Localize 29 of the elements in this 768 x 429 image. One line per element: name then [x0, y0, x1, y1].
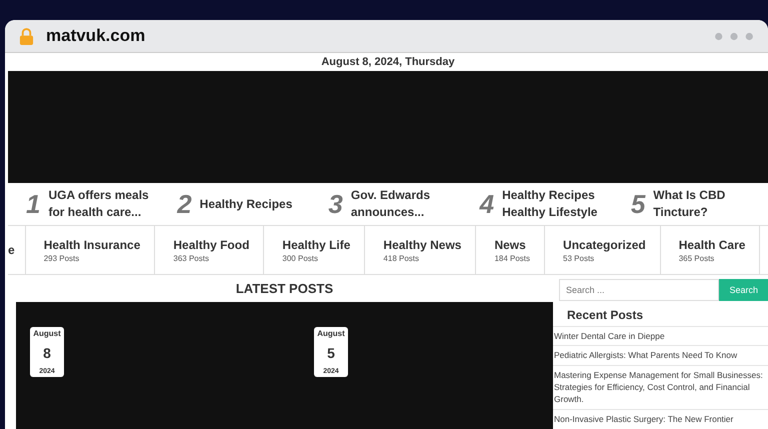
- page-url[interactable]: matvuk.com: [46, 26, 146, 46]
- trending-number: 3: [328, 188, 343, 220]
- date-line: August 8, 2024, Thursday: [320, 55, 456, 70]
- trending-title[interactable]: Gov. Edwards announces...: [350, 187, 466, 221]
- trending-title[interactable]: Healthy Recipes Healthy Lifestyle: [502, 187, 617, 221]
- trending-title[interactable]: Healthy Recipes: [200, 196, 292, 212]
- recent-post-link[interactable]: Pediatric Allergists: What Parents Need To Know: [553, 345, 768, 365]
- category-tile[interactable]: Health Insurance 293 Posts: [26, 226, 156, 274]
- trending-number: 4: [480, 188, 494, 220]
- trending-number: 5: [630, 188, 646, 220]
- category-tile[interactable]: Healthy News 418 Posts: [365, 226, 476, 274]
- section-heading: LATEST POSTS: [234, 280, 334, 298]
- recent-post-link[interactable]: Non-Invasive Plastic Surgery: The New Frontier: [553, 408, 768, 428]
- recent-post-link[interactable]: Winter Dental Care in Dieppe: [553, 326, 768, 346]
- category-tile[interactable]: Healthy Life 300 Posts: [264, 226, 366, 274]
- category-tile[interactable]: Uncategorized 53 Posts: [545, 226, 661, 274]
- trending-title[interactable]: What Is CBD Tincture?: [653, 187, 768, 221]
- padlock-icon: [19, 26, 34, 46]
- recent-posts-heading: Recent Posts: [566, 307, 644, 324]
- window-dots-icon: [714, 32, 754, 40]
- category-tile[interactable]: News 184 Posts: [476, 226, 546, 274]
- category-tile[interactable]: Healthy Food 363 Posts: [155, 226, 264, 274]
- recent-post-link[interactable]: Mastering Expense Management for Small Businesses: Strategies for Efficiency, Cost Control, and Financial Growth.: [553, 364, 768, 409]
- category-tile[interactable]: e: [8, 226, 26, 274]
- search-field[interactable]: Search ...: [559, 279, 720, 301]
- trending-title[interactable]: UGA offers meals for health care...: [48, 187, 164, 221]
- category-tile[interactable]: Health Care 365 Posts: [660, 226, 760, 274]
- trending-number: 1: [26, 188, 40, 220]
- trending-number: 2: [177, 188, 192, 220]
